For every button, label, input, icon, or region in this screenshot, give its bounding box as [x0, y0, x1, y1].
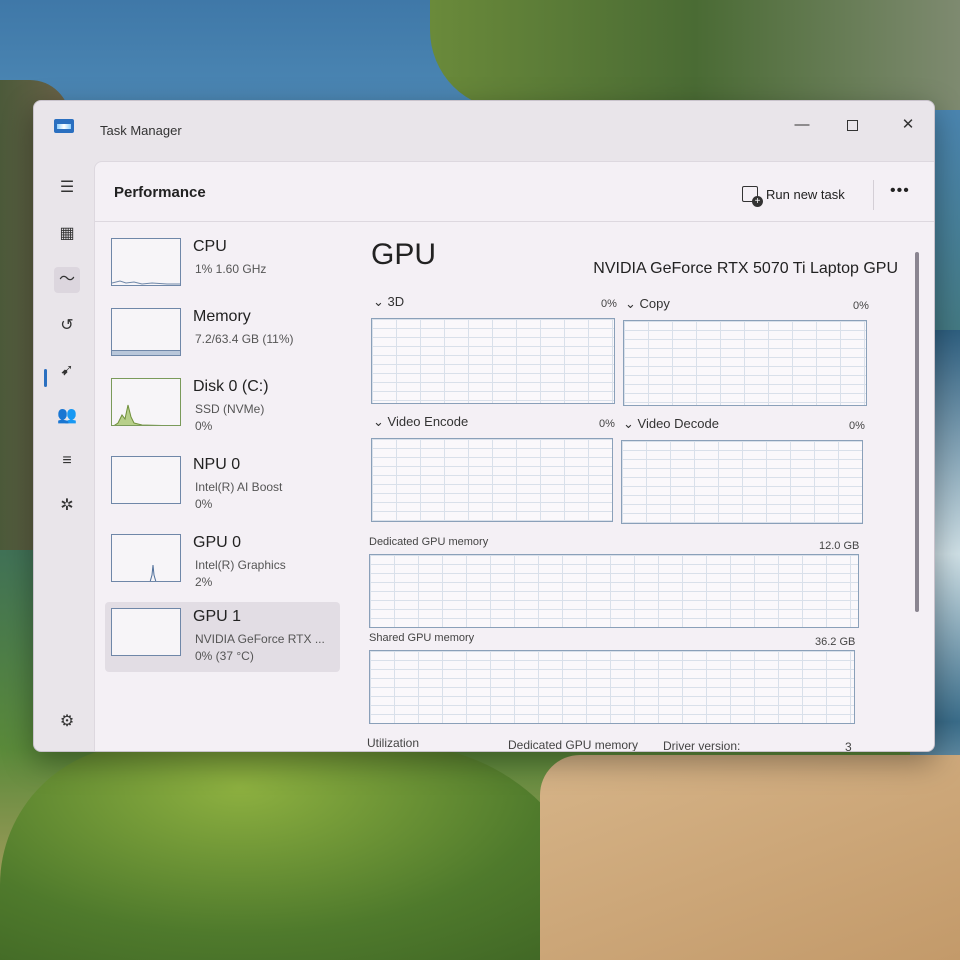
- dedicated-memory-graph: [369, 554, 859, 628]
- engine-label: Video Encode: [387, 414, 469, 429]
- services-icon[interactable]: ✲: [54, 493, 80, 519]
- device-value: 0% (37 °C): [195, 649, 254, 663]
- device-name: GPU 0: [193, 534, 242, 551]
- settings-icon[interactable]: ⚙: [54, 709, 80, 735]
- menu-icon[interactable]: ☰: [54, 175, 80, 201]
- device-list: CPU 1% 1.60 GHz Memory 7.2/63.4 GB (11%)…: [105, 232, 340, 751]
- device-subtext: Intel(R) AI Boost: [195, 480, 283, 494]
- chevron-down-icon: ⌄: [373, 294, 388, 309]
- engine-video-encode-graph: [371, 438, 613, 522]
- device-item-gpu1[interactable]: GPU 1 NVIDIA GeForce RTX ... 0% (37 °C): [105, 602, 340, 672]
- device-subtext: Intel(R) Graphics: [195, 558, 286, 572]
- driver-version-label: Driver version:: [663, 739, 741, 752]
- chevron-down-icon: ⌄: [373, 414, 388, 429]
- header-divider: [873, 180, 874, 210]
- dedicated-memory-value: 12.0 GB: [819, 540, 860, 552]
- engine-copy-graph: [623, 320, 867, 406]
- details-icon[interactable]: ≡: [54, 448, 80, 474]
- gpu-detail-panel: GPU NVIDIA GeForce RTX 5070 Ti Laptop GP…: [365, 232, 910, 752]
- device-value: 2%: [195, 575, 213, 589]
- performance-icon[interactable]: 〜: [54, 267, 80, 293]
- cpu-thumbnail-graph: [111, 238, 181, 286]
- engine-3d-graph: [371, 318, 615, 404]
- device-name: Memory: [193, 308, 251, 325]
- shared-memory-label: Shared GPU memory: [369, 632, 475, 644]
- active-nav-indicator: [44, 369, 47, 387]
- maximize-button[interactable]: [832, 113, 872, 137]
- gpu-model-name: NVIDIA GeForce RTX 5070 Ti Laptop GPU: [593, 260, 898, 277]
- run-task-icon: [742, 186, 763, 207]
- device-value: 0%: [195, 419, 213, 433]
- gpu0-thumbnail-graph: [111, 534, 181, 582]
- device-subtext: SSD (NVMe): [195, 402, 265, 416]
- device-subtext: 7.2/63.4 GB (11%): [195, 332, 294, 346]
- device-subtext: 1% 1.60 GHz: [195, 262, 267, 276]
- task-manager-window: Task Manager — ✕ ☰ ▦ 〜 ↺ ➹ 👥 ≡ ✲ ⚙ Perfo…: [33, 100, 935, 752]
- processes-icon[interactable]: ▦: [54, 221, 80, 247]
- device-item-npu[interactable]: NPU 0 Intel(R) AI Boost 0%: [105, 450, 340, 520]
- chevron-down-icon: ⌄: [625, 296, 640, 311]
- engine-video-decode-graph: [621, 440, 863, 524]
- engine-video-decode-dropdown[interactable]: ⌄ Video Decode: [623, 416, 719, 432]
- title-bar[interactable]: Task Manager — ✕: [34, 101, 934, 151]
- task-manager-app-icon: [54, 119, 74, 133]
- background-hill: [0, 745, 600, 960]
- device-item-gpu0[interactable]: GPU 0 Intel(R) Graphics 2%: [105, 528, 340, 598]
- engine-video-encode-dropdown[interactable]: ⌄ Video Encode: [373, 414, 468, 430]
- device-item-cpu[interactable]: CPU 1% 1.60 GHz: [105, 232, 340, 302]
- engine-label: 3D: [387, 294, 405, 309]
- driver-version-value: 3: [845, 740, 852, 752]
- startup-apps-icon[interactable]: ➹: [54, 358, 80, 384]
- chevron-down-icon: ⌄: [623, 416, 638, 431]
- engine-label: Copy: [639, 296, 670, 311]
- detail-title: GPU: [371, 238, 437, 271]
- device-name: Disk 0 (C:): [193, 378, 269, 395]
- close-button[interactable]: ✕: [888, 113, 928, 137]
- device-name: CPU: [193, 238, 227, 255]
- utilization-label: Utilization: [367, 736, 420, 750]
- performance-content: Performance Run new task ••• CPU 1% 1.60…: [94, 161, 934, 752]
- gpu1-thumbnail-graph: [111, 608, 181, 656]
- npu-thumbnail-graph: [111, 456, 181, 504]
- page-title: Performance: [114, 184, 206, 201]
- window-title: Task Manager: [100, 123, 182, 138]
- engine-pct: 0%: [849, 420, 865, 432]
- device-value: 0%: [195, 497, 213, 511]
- navigation-sidebar: ☰ ▦ 〜 ↺ ➹ 👥 ≡ ✲ ⚙: [34, 161, 94, 751]
- device-name: NPU 0: [193, 456, 241, 473]
- device-name: GPU 1: [193, 608, 242, 625]
- run-new-task-button[interactable]: Run new task: [742, 186, 845, 207]
- engine-label: Video Decode: [637, 416, 719, 431]
- engine-copy-dropdown[interactable]: ⌄ Copy: [625, 296, 670, 312]
- maximize-icon: [846, 119, 858, 131]
- users-icon[interactable]: 👥: [54, 403, 80, 429]
- minimize-button[interactable]: —: [782, 113, 822, 137]
- device-item-memory[interactable]: Memory 7.2/63.4 GB (11%): [105, 302, 340, 372]
- content-header: Performance Run new task •••: [95, 162, 934, 222]
- dedicated-footer-label: Dedicated GPU memory: [508, 738, 639, 752]
- more-options-button[interactable]: •••: [890, 182, 910, 200]
- run-new-task-label: Run new task: [766, 186, 845, 202]
- device-subtext: NVIDIA GeForce RTX ...: [195, 632, 325, 646]
- disk-thumbnail-graph: [111, 378, 181, 426]
- close-icon: ✕: [901, 116, 915, 133]
- scrollbar[interactable]: [915, 252, 919, 612]
- device-item-disk[interactable]: Disk 0 (C:) SSD (NVMe) 0%: [105, 372, 340, 442]
- background-beach: [540, 755, 960, 960]
- shared-memory-graph: [369, 650, 855, 724]
- background-cliff-top: [430, 0, 960, 110]
- engine-pct: 0%: [853, 300, 869, 312]
- memory-thumbnail-graph: [111, 308, 181, 356]
- dedicated-memory-label: Dedicated GPU memory: [369, 536, 489, 548]
- engine-pct: 0%: [599, 418, 615, 430]
- engine-pct: 0%: [601, 298, 617, 310]
- minimize-icon: —: [794, 116, 810, 133]
- engine-3d-dropdown[interactable]: ⌄ 3D: [373, 294, 404, 310]
- shared-memory-value: 36.2 GB: [815, 636, 856, 648]
- app-history-icon[interactable]: ↺: [54, 313, 80, 339]
- more-icon: •••: [890, 182, 910, 199]
